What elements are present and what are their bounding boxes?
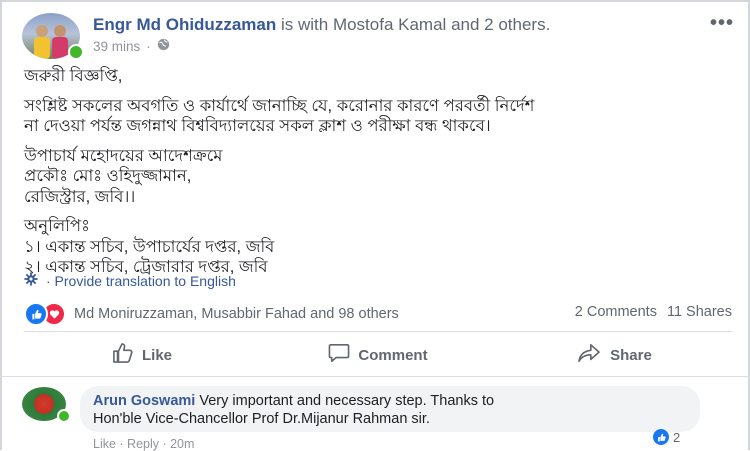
comment-reaction-number: 2 [673, 429, 681, 445]
comment-author-link[interactable]: Arun Goswami [93, 393, 195, 409]
comment-actions[interactable]: Like · Reply · 20m [93, 437, 194, 451]
body-line-2: সংশ্লিষ্ট সকলের অবগতি ও কার্যার্থে জানাচ… [24, 96, 535, 115]
meta-separator: · [146, 38, 151, 54]
comment-button[interactable]: Comment [260, 338, 496, 372]
comment-text-line-1: Very important and necessary step. Thank… [199, 393, 495, 409]
comment-reaction-count[interactable]: 2 [653, 429, 680, 445]
reaction-names-link[interactable]: Md Moniruzzaman, Musabbir Fahad and 98 o… [74, 306, 399, 322]
divider [0, 376, 750, 377]
like-label: Like [141, 346, 172, 364]
frame-left-border [0, 0, 2, 450]
comments-count-link[interactable]: 2 Comments [575, 304, 657, 320]
frame-top-border [0, 0, 750, 2]
reactions-summary[interactable]: Md Moniruzzaman, Musabbir Fahad and 98 o… [24, 302, 399, 326]
shares-count-link[interactable]: 11 Shares [667, 304, 732, 320]
action-bar: Like Comment Share [24, 338, 732, 372]
body-line-6: রেজিস্ট্রার, জবি।। [24, 187, 136, 206]
post-time-link[interactable]: 39 mins [93, 39, 140, 54]
author-name-link[interactable]: Engr Md Ohiduzzaman [93, 15, 276, 34]
like-reaction-icon [653, 429, 669, 445]
online-status-dot [57, 409, 71, 423]
body-line-3: না দেওয়া পর্যন্ত জগন্নাথ বিশ্ববিদ্যালয়… [24, 117, 491, 135]
share-icon [576, 343, 602, 367]
gear-icon [24, 272, 38, 289]
body-line-1: জরুরী বিজ্ঞপ্তি, [24, 67, 123, 85]
globe-icon[interactable] [157, 38, 170, 54]
like-button[interactable]: Like [24, 338, 260, 372]
tagged-person-link[interactable]: Mostofa Kamal [333, 15, 446, 34]
post-body: জরুরী বিজ্ঞপ্তি, সংশ্লিষ্ট সকলের অবগতি ও… [24, 66, 734, 278]
translate-row[interactable]: · Provide translation to English [24, 272, 236, 289]
engagement-counts: 2 Comments 11 Shares [575, 304, 732, 320]
like-reaction-icon [24, 302, 48, 326]
share-button[interactable]: Share [496, 338, 732, 372]
online-status-dot [68, 44, 84, 60]
body-line-4: উপাচার্য মহোদয়ের আদেশক্রমে [24, 146, 223, 165]
post-header: Engr Md Ohiduzzaman is with Mostofa Kama… [93, 15, 550, 35]
body-line-7: অনুলিপিঃ [24, 217, 90, 235]
more-options-button[interactable]: ••• [710, 12, 734, 35]
body-line-8: ১। একান্ত সচিব, উপাচার্যের দপ্তর, জবি [24, 237, 275, 256]
comment-bubble: Arun Goswami Very important and necessar… [80, 386, 700, 432]
comment-icon [328, 343, 350, 367]
body-line-5: প্রকৌঃ মোঃ ওহিদুজ্জামান, [24, 167, 192, 185]
divider [24, 331, 732, 332]
post-meta: 39 mins · [93, 38, 170, 54]
share-label: Share [610, 346, 652, 364]
others-link[interactable]: 2 others. [484, 15, 550, 34]
thumbs-up-icon [112, 343, 134, 367]
comment-label: Comment [358, 346, 428, 364]
reaction-icons[interactable] [24, 302, 66, 326]
with-text: is with [280, 15, 329, 34]
and-text: and [451, 15, 480, 34]
comment-text-line-2: Hon'ble Vice-Chancellor Prof Dr.Mijanur … [93, 411, 430, 427]
translate-link[interactable]: · Provide translation to English [46, 273, 236, 289]
